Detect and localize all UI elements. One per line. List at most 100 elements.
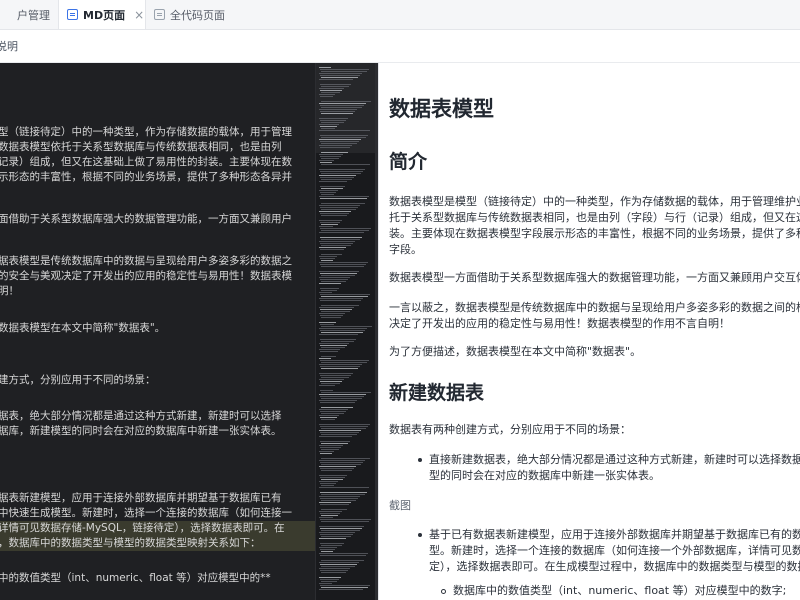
markdown-editor[interactable]: 型（链接待定）中的一种类型，作为存储数据的载体，用于管理 数据表模型依托于关系型数… <box>0 63 378 600</box>
minimap-line <box>320 555 366 556</box>
minimap-line <box>320 126 337 127</box>
minimap-line <box>321 449 339 450</box>
minimap-line <box>319 583 332 584</box>
minimap-line <box>319 400 357 401</box>
minimap-line <box>320 207 358 208</box>
minimap-line <box>321 332 363 333</box>
minimap-line <box>320 111 355 112</box>
paragraph-line: 决定了开发出的应用的稳定性与易用性！数据表模型的作用不言自明！ <box>389 317 730 330</box>
editor-line[interactable]: 据表新建模型，应用于连接外部数据库并期望基于数据库已有 <box>0 491 315 506</box>
minimap-line <box>319 94 335 95</box>
minimap-line <box>319 271 359 272</box>
minimap-line <box>320 564 357 565</box>
minimap-line <box>321 566 355 567</box>
editor-line[interactable]: 的安全与美观决定了开发出的应用的稳定性与易用性！数据表模 <box>0 269 315 284</box>
bullet-dot <box>418 533 422 537</box>
screenshot-label: 截图 <box>389 499 411 512</box>
minimap-line <box>320 504 349 505</box>
minimap-line <box>319 79 353 80</box>
tab-full-code-page[interactable]: 全代码页面 <box>146 0 246 29</box>
minimap-line <box>319 394 366 395</box>
minimap-line <box>319 409 348 410</box>
editor-line[interactable]: 数据表模型依托于关系型数据库与传统数据表相同，也是由列 <box>0 140 315 155</box>
minimap-line <box>320 222 340 223</box>
minimap-line <box>319 538 346 539</box>
editor-line[interactable]: 示形态的丰富性，根据不同的业务场景，提供了多种形态各异并 <box>0 170 315 185</box>
minimap-line <box>319 139 361 140</box>
tab-bar: 户管理 MD页面 × 全代码页面 <box>0 0 800 30</box>
minimap-line <box>320 171 363 172</box>
minimap-line <box>319 232 364 233</box>
minimap-line <box>320 120 346 121</box>
editor-line[interactable]: 建方式，分别应用于不同的场景： <box>0 373 315 388</box>
minimap-line <box>320 315 343 316</box>
minimap-line <box>321 275 355 276</box>
editor-line[interactable]: ，数据库中的数据类型与模型的数据类型映射关系如下： <box>0 536 315 551</box>
editor-line[interactable]: 面借助于关系型数据库强大的数据管理功能，一方面又兼顾用户 <box>0 212 315 227</box>
minimap-line <box>319 205 360 206</box>
minimap-line <box>320 198 367 199</box>
tab-md-page[interactable]: MD页面 × <box>58 0 146 29</box>
tab-user-management[interactable]: 户管理 <box>0 0 58 29</box>
minimap-line <box>320 294 370 295</box>
minimap-line <box>319 247 346 248</box>
editor-line[interactable]: 据表，绝大部分情况都是通过这种方式新建，新建时可以选择 <box>0 409 315 424</box>
editor-line[interactable]: 型（链接待定）中的一种类型，作为存储数据的载体，用于管理 <box>0 125 315 140</box>
minimap-line <box>320 213 349 214</box>
minimap-line <box>320 513 340 514</box>
minimap-line <box>319 373 353 374</box>
minimap-line <box>320 309 352 310</box>
minimap-line <box>319 160 334 161</box>
minimap-line <box>319 322 336 323</box>
minimap-line <box>321 434 357 435</box>
minimap-line <box>321 419 335 420</box>
minimap-line <box>320 519 371 520</box>
minimap-line <box>320 162 332 163</box>
editor-line[interactable]: 数据表模型在本文中简称"数据表"。 <box>0 321 315 336</box>
editor-minimap[interactable] <box>315 63 375 600</box>
minimap-line <box>321 572 346 573</box>
minimap-line <box>321 143 357 144</box>
minimap-line <box>321 203 365 204</box>
minimap-line <box>319 379 344 380</box>
minimap-line <box>321 587 368 588</box>
paragraph-line: 一言以蔽之，数据表模型是传统数据库中的数据与呈现给用户多姿多彩的数据之间的桥 <box>389 301 800 314</box>
editor-line[interactable]: 据库，新建模型的同时会在对应的数据库中新建一张实体表。 <box>0 424 315 439</box>
minimap-line <box>319 211 351 212</box>
minimap-line <box>320 351 338 352</box>
minimap-line <box>321 470 352 471</box>
minimap-line <box>321 164 370 165</box>
editor-line[interactable]: 中快速生成模型。新建时，选择一个连接的数据库（如何连接一 <box>0 506 315 521</box>
editor-line[interactable]: 记录）组成，但又在这基础上做了易用性的封装。主要体现在数 <box>0 155 315 170</box>
minimap-line <box>321 311 350 312</box>
minimap-line <box>321 224 338 225</box>
minimap-line <box>320 258 335 259</box>
minimap-line <box>320 75 360 76</box>
editor-line[interactable]: 据表模型是传统数据库中的数据与呈现给用户多姿多彩的数据之 <box>0 254 315 269</box>
editor-line[interactable]: 明！ <box>0 284 315 299</box>
close-icon[interactable]: × <box>134 8 144 22</box>
minimap-line <box>320 273 357 274</box>
minimap-line <box>321 173 361 174</box>
minimap-line <box>321 509 347 510</box>
editor-text-area[interactable]: 型（链接待定）中的一种类型，作为存储数据的载体，用于管理 数据表模型依托于关系型数… <box>0 63 315 600</box>
minimap-line <box>319 526 364 527</box>
minimap-line <box>321 137 366 138</box>
editor-line[interactable]: 详情可见数据存储-MySQL，链接待定），选择数据表即可。在 <box>0 521 315 536</box>
minimap-line <box>320 375 351 376</box>
minimap-line <box>319 328 367 329</box>
list-item-line: 型。新建时，选择一个连接的数据库（如何连接一个外部数据库，详情可见数 <box>429 544 800 557</box>
subbar-label[interactable]: 说明 <box>0 38 18 54</box>
minimap-line <box>319 577 341 578</box>
intro-line: 数据表模型是模型（链接待定）中的一种类型，作为存储数据的载体，用于管理维护业 <box>389 195 800 208</box>
minimap-line <box>319 307 354 308</box>
minimap-line <box>319 475 347 476</box>
minimap-line <box>319 130 370 131</box>
minimap-line <box>321 560 364 561</box>
editor-line[interactable]: 中的数值类型（int、numeric、float 等）对应模型中的** <box>0 571 315 586</box>
minimap-line <box>320 360 369 361</box>
minimap-line <box>321 245 351 246</box>
minimap-line <box>320 402 355 403</box>
minimap-line <box>321 413 344 414</box>
minimap-line <box>319 466 356 467</box>
